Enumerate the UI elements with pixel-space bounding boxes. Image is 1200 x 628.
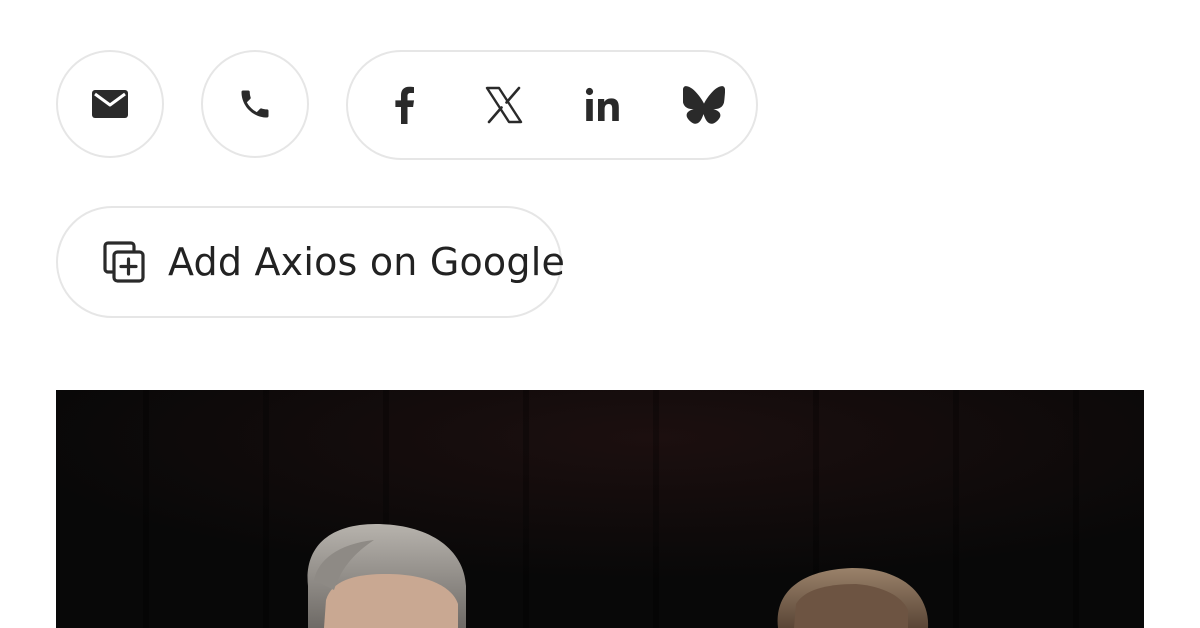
x-share-button[interactable] xyxy=(474,75,534,135)
linkedin-share-button[interactable] xyxy=(574,75,634,135)
article-hero-photo xyxy=(56,390,1144,628)
add-copy-icon xyxy=(102,240,146,284)
phone-icon xyxy=(237,86,273,122)
phone-share-button[interactable] xyxy=(201,50,309,158)
add-axios-on-google-label: Add Axios on Google xyxy=(168,240,566,284)
x-icon xyxy=(485,86,523,124)
email-share-button[interactable] xyxy=(56,50,164,158)
bluesky-icon xyxy=(683,86,725,124)
add-axios-on-google-button[interactable]: Add Axios on Google xyxy=(56,206,566,318)
email-icon xyxy=(92,90,128,118)
linkedin-icon xyxy=(585,87,623,123)
facebook-share-button[interactable] xyxy=(374,75,434,135)
social-share-group xyxy=(346,50,758,160)
facebook-icon xyxy=(392,86,416,124)
bluesky-share-button[interactable] xyxy=(674,75,734,135)
